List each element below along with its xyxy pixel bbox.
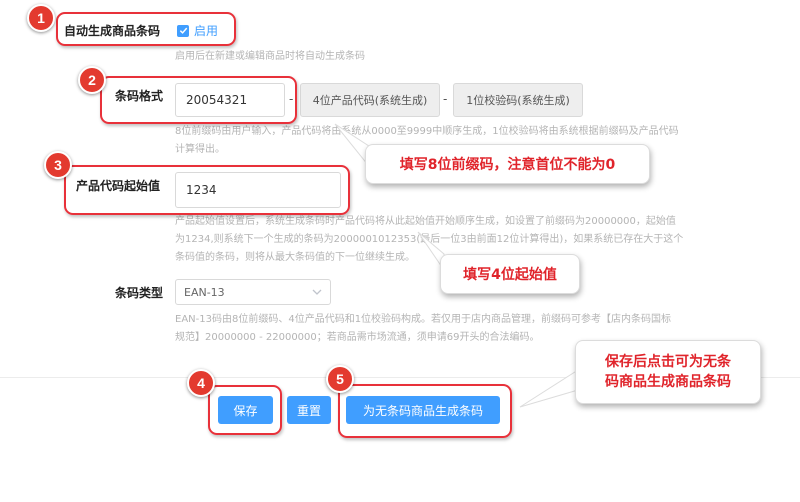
callout-start-value: 填写4位起始值	[440, 254, 580, 294]
callout-pointers	[334, 123, 579, 408]
callout-prefix: 填写8位前缀码，注意首位不能为0	[365, 144, 650, 184]
callout-generate-line1: 保存后点击可为无条	[605, 354, 731, 370]
callout-generate: 保存后点击可为无条 码商品生成商品条码	[575, 340, 761, 404]
callout-generate-line2: 码商品生成商品条码	[605, 374, 731, 390]
